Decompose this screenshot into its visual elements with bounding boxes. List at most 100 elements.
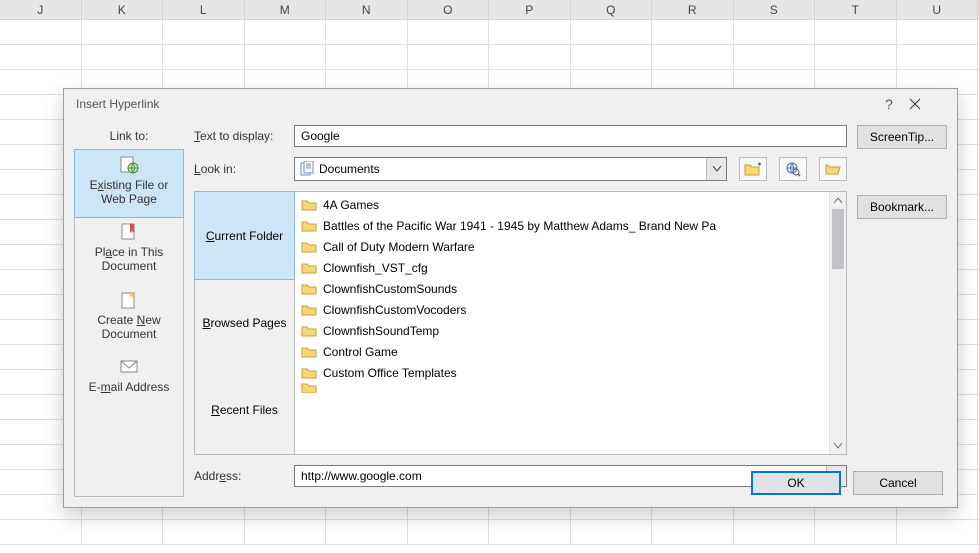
column-header[interactable]: M	[245, 0, 327, 19]
link-to-option[interactable]: Place in This Document	[75, 217, 183, 285]
file-list[interactable]: 4A Games Battles of the Pacific War 1941 …	[295, 192, 829, 454]
scroll-track[interactable]	[830, 209, 846, 437]
cell[interactable]	[815, 520, 897, 544]
close-button[interactable]	[909, 98, 949, 110]
help-button[interactable]: ?	[869, 96, 909, 112]
cell[interactable]	[0, 20, 82, 44]
dialog-title: Insert Hyperlink	[76, 97, 869, 111]
look-in-combo[interactable]: Documents	[294, 157, 727, 181]
close-icon	[909, 98, 921, 110]
browse-tab[interactable]: Recent Files	[195, 367, 294, 454]
cell[interactable]	[571, 20, 653, 44]
cell[interactable]	[734, 520, 816, 544]
ok-button-label: OK	[787, 476, 804, 490]
screentip-button[interactable]: ScreenTip...	[857, 125, 947, 149]
cell[interactable]	[489, 20, 571, 44]
cell[interactable]	[0, 520, 82, 544]
cell[interactable]	[734, 45, 816, 69]
sheet-row	[0, 20, 979, 45]
dialog-titlebar[interactable]: Insert Hyperlink ?	[64, 89, 957, 119]
column-header[interactable]: O	[408, 0, 490, 19]
folder-up-icon	[744, 161, 762, 177]
browse-tab-label: Current Folder	[206, 229, 283, 243]
file-list-scrollbar[interactable]	[829, 192, 846, 454]
file-list-item[interactable]: Custom Office Templates	[295, 362, 829, 383]
cell[interactable]	[489, 520, 571, 544]
cell[interactable]	[652, 520, 734, 544]
file-list-item[interactable]: ClownfishSoundTemp	[295, 320, 829, 341]
file-list-item[interactable]: Battles of the Pacific War 1941 - 1945 b…	[295, 215, 829, 236]
column-header[interactable]: S	[734, 0, 816, 19]
address-input[interactable]	[295, 466, 826, 486]
column-header[interactable]: K	[82, 0, 164, 19]
link-to-option[interactable]: E-mail Address	[75, 352, 183, 405]
folder-icon	[301, 345, 317, 359]
scroll-up-button[interactable]	[830, 192, 846, 209]
cell[interactable]	[245, 20, 327, 44]
column-header[interactable]: P	[489, 0, 571, 19]
scroll-thumb[interactable]	[832, 209, 844, 269]
link-to-option[interactable]: Create New Document	[75, 285, 183, 353]
column-header[interactable]: J	[0, 0, 82, 19]
column-header[interactable]: Q	[571, 0, 653, 19]
column-header[interactable]: R	[652, 0, 734, 19]
file-list-item[interactable]: ClownfishCustomSounds	[295, 278, 829, 299]
cell[interactable]	[815, 45, 897, 69]
file-list-item[interactable]	[295, 383, 829, 393]
cell[interactable]	[897, 520, 979, 544]
folder-icon	[301, 324, 317, 338]
file-list-item[interactable]: Control Game	[295, 341, 829, 362]
file-list-item[interactable]: ClownfishCustomVocoders	[295, 299, 829, 320]
file-list-item[interactable]: Clownfish_VST_cfg	[295, 257, 829, 278]
folder-icon	[301, 303, 317, 317]
cell[interactable]	[489, 45, 571, 69]
browse-file-button[interactable]	[819, 157, 847, 181]
cell[interactable]	[245, 520, 327, 544]
link-to-option[interactable]: Existing File or Web Page	[74, 149, 184, 218]
cell[interactable]	[326, 520, 408, 544]
file-list-item[interactable]: 4A Games	[295, 194, 829, 215]
cell[interactable]	[326, 45, 408, 69]
folder-open-icon	[825, 162, 841, 176]
file-list-item[interactable]: Call of Duty Modern Warfare	[295, 236, 829, 257]
look-in-dropdown-arrow[interactable]	[706, 158, 726, 180]
up-one-level-button[interactable]	[739, 157, 767, 181]
cell[interactable]	[82, 20, 164, 44]
text-to-display-input[interactable]	[294, 125, 847, 147]
chevron-down-icon	[713, 166, 721, 172]
cell[interactable]	[82, 520, 164, 544]
column-header[interactable]: N	[326, 0, 408, 19]
bookmark-button[interactable]: Bookmark...	[857, 195, 947, 219]
cell[interactable]	[652, 45, 734, 69]
cell[interactable]	[408, 20, 490, 44]
cell[interactable]	[734, 20, 816, 44]
cancel-button[interactable]: Cancel	[853, 471, 943, 495]
ok-button[interactable]: OK	[751, 471, 841, 495]
cell[interactable]	[163, 520, 245, 544]
browse-tab[interactable]: Current Folder	[194, 191, 295, 280]
browse-web-button[interactable]	[779, 157, 807, 181]
cell[interactable]	[82, 45, 164, 69]
cell[interactable]	[571, 520, 653, 544]
cell[interactable]	[652, 20, 734, 44]
cell[interactable]	[326, 20, 408, 44]
cell[interactable]	[408, 45, 490, 69]
file-name: Battles of the Pacific War 1941 - 1945 b…	[323, 219, 716, 233]
column-header[interactable]: U	[897, 0, 979, 19]
cell[interactable]	[163, 20, 245, 44]
cell[interactable]	[408, 520, 490, 544]
column-header[interactable]: T	[815, 0, 897, 19]
cell[interactable]	[571, 45, 653, 69]
browse-tab[interactable]: Browsed Pages	[195, 279, 294, 366]
sheet-row	[0, 45, 979, 70]
cell[interactable]	[163, 45, 245, 69]
file-name: ClownfishSoundTemp	[323, 324, 439, 338]
cell[interactable]	[897, 45, 979, 69]
scroll-down-button[interactable]	[830, 437, 846, 454]
column-header[interactable]: L	[163, 0, 245, 19]
cell[interactable]	[815, 20, 897, 44]
file-name: 4A Games	[323, 198, 379, 212]
cell[interactable]	[897, 20, 979, 44]
cell[interactable]	[0, 45, 82, 69]
cell[interactable]	[245, 45, 327, 69]
